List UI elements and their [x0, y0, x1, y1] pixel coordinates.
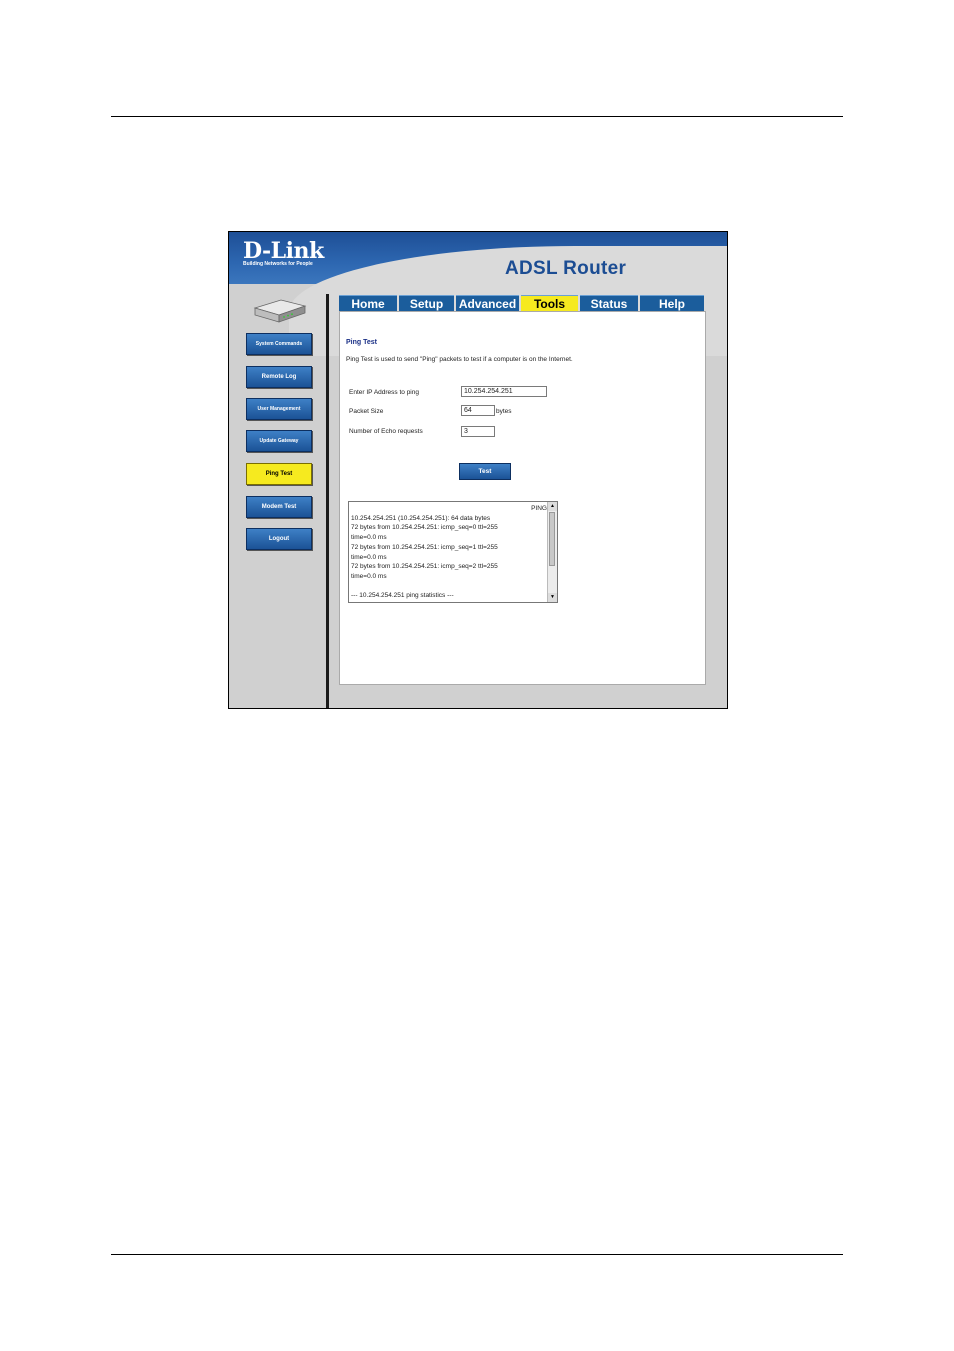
- output-line: 10.254.254.251 (10.254.254.251): 64 data…: [351, 514, 491, 522]
- output-line: time=0.0 ms: [351, 534, 387, 542]
- sidebar-item-user-management[interactable]: User Management: [246, 398, 312, 420]
- output-line: time=0.0 ms: [351, 572, 387, 580]
- tab-home[interactable]: Home: [339, 295, 397, 311]
- ping-output-textarea[interactable]: PING 10.254.254.251 (10.254.254.251): 64…: [348, 501, 558, 603]
- page-bottom-rule: [111, 1254, 843, 1255]
- tab-advanced[interactable]: Advanced: [456, 295, 519, 311]
- ip-address-label: Enter IP Address to ping: [349, 389, 419, 396]
- router-screenshot: D-Link Building Networks for People ADSL…: [228, 231, 728, 709]
- test-button[interactable]: Test: [459, 463, 511, 480]
- product-title: ADSL Router: [505, 258, 627, 279]
- tab-tools[interactable]: Tools: [521, 295, 578, 311]
- sidebar-item-system-commands[interactable]: System Commands: [246, 333, 312, 355]
- vertical-divider: [326, 294, 329, 708]
- output-line: 72 bytes from 10.254.254.251: icmp_seq=0…: [351, 524, 498, 532]
- scroll-down-icon[interactable]: ▼: [548, 593, 557, 602]
- sidebar-item-update-gateway[interactable]: Update Gateway: [246, 430, 312, 452]
- output-line: time=0.0 ms: [351, 553, 387, 561]
- sidebar-item-logout[interactable]: Logout: [246, 528, 312, 550]
- content-panel: Ping Test Ping Test is used to send "Pin…: [339, 311, 706, 685]
- page-description: Ping Test is used to send "Ping" packets…: [346, 356, 573, 363]
- packet-size-unit: bytes: [496, 408, 512, 415]
- router-device-icon: [253, 299, 307, 323]
- output-scrollbar[interactable]: ▲ ▼: [547, 502, 557, 602]
- page-title: Ping Test: [346, 339, 377, 346]
- sidebar-item-ping-test[interactable]: Ping Test: [246, 463, 312, 485]
- ping-output-text: PING 10.254.254.251 (10.254.254.251): 64…: [351, 504, 547, 601]
- page-top-rule: [111, 116, 843, 117]
- top-tabs: Home Setup Advanced Tools Status Help: [339, 295, 706, 311]
- packet-size-label: Packet Size: [349, 408, 384, 415]
- scroll-up-icon[interactable]: ▲: [548, 502, 557, 511]
- tab-setup[interactable]: Setup: [399, 295, 454, 311]
- echo-requests-label: Number of Echo requests: [349, 428, 423, 435]
- output-line: 72 bytes from 10.254.254.251: icmp_seq=1…: [351, 543, 498, 551]
- output-line: --- 10.254.254.251 ping statistics ---: [351, 592, 454, 600]
- sidebar-item-modem-test[interactable]: Modem Test: [246, 496, 312, 518]
- scroll-thumb[interactable]: [549, 512, 555, 566]
- tab-help[interactable]: Help: [640, 295, 704, 311]
- output-line: PING: [531, 505, 547, 512]
- output-line: 72 bytes from 10.254.254.251: icmp_seq=2…: [351, 563, 498, 571]
- tab-status[interactable]: Status: [580, 295, 638, 311]
- sidebar-item-remote-log[interactable]: Remote Log: [246, 366, 312, 388]
- logo-tagline: Building Networks for People: [243, 261, 313, 267]
- echo-requests-input[interactable]: [461, 426, 495, 437]
- packet-size-input[interactable]: [461, 405, 495, 416]
- ip-address-input[interactable]: [461, 386, 547, 397]
